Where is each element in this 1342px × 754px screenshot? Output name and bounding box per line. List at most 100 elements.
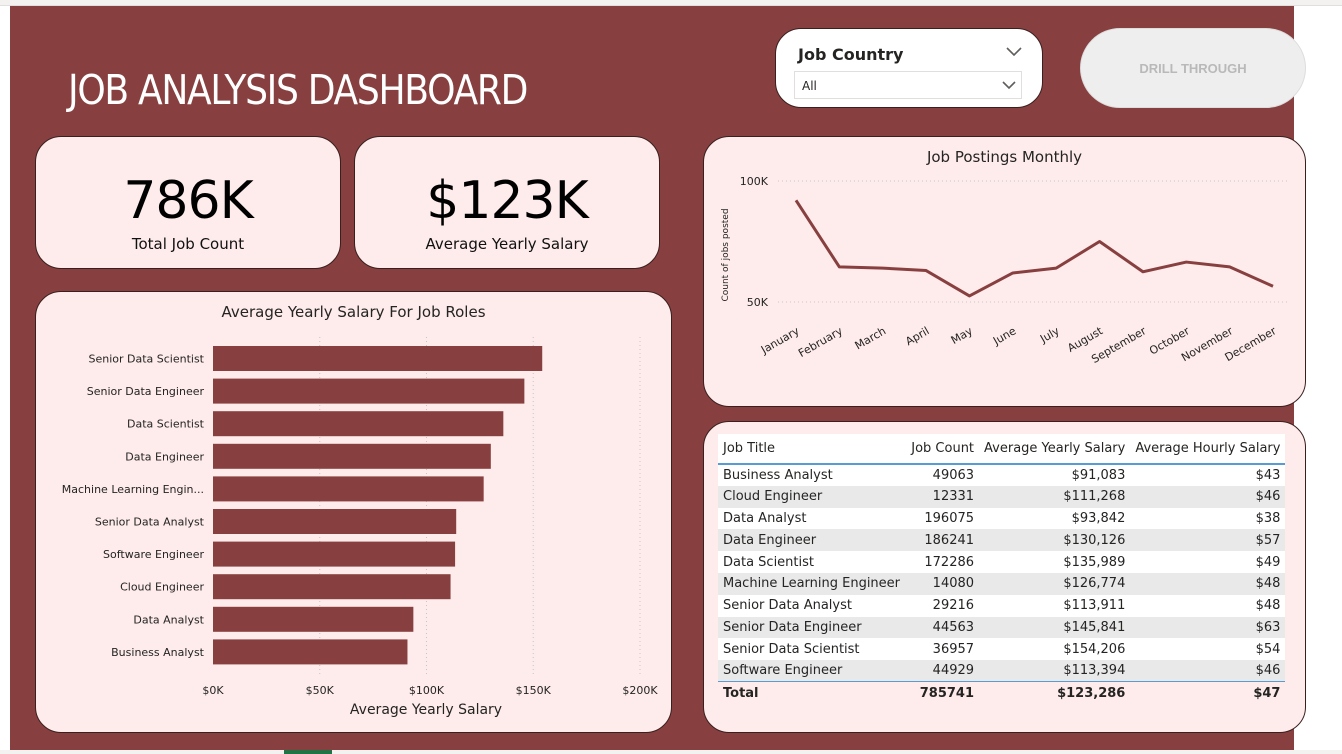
table-row[interactable]: Data Engineer 186241 $130,126 $57 (718, 529, 1286, 552)
salary-table-card[interactable]: Job Title Job Count Average Yearly Salar… (703, 421, 1306, 733)
kpi-card-avg-salary[interactable]: $123K Average Yearly Salary (354, 136, 660, 269)
x-tick-label: $0K (202, 684, 224, 697)
active-page-tab[interactable] (284, 750, 332, 754)
x-tick-label: February (796, 324, 845, 360)
table-cell: Cloud Engineer (718, 485, 906, 508)
bar (213, 346, 543, 371)
monthly-line-chart-card[interactable]: Job Postings Monthly 50K 100K Count of job… (703, 136, 1306, 407)
table-cell: Software Engineer (718, 660, 906, 682)
table-cell: Total (718, 681, 906, 704)
bar (213, 476, 484, 502)
table-cell: 49063 (905, 464, 980, 486)
table-row[interactable]: Senior Data Analyst 29216 $113,911 $48 (718, 594, 1286, 617)
table-row[interactable]: Business Analyst 49063 $91,083 $43 (718, 464, 1286, 486)
job-country-slicer[interactable]: Job Country All (775, 28, 1043, 108)
column-header[interactable]: Average Hourly Salary (1130, 434, 1286, 465)
y-tick-label: Cloud Engineer (120, 581, 204, 594)
column-header[interactable]: Job Title (718, 434, 906, 465)
table-cell: $154,206 (979, 638, 1131, 661)
drill-through-button[interactable]: DRILL THROUGH (1080, 28, 1306, 108)
chevron-down-icon[interactable] (1001, 78, 1017, 92)
x-tick-label: January (758, 324, 802, 357)
table-cell: 785741 (905, 681, 980, 704)
table-cell: $46 (1130, 660, 1286, 682)
table-cell: Data Engineer (718, 529, 906, 552)
y-tick-label: 100K (740, 175, 769, 188)
table-cell: Data Analyst (718, 507, 906, 530)
table-row[interactable]: Cloud Engineer 12331 $111,268 $46 (718, 485, 1286, 508)
chevron-down-icon[interactable] (1004, 43, 1024, 59)
table-cell: $38 (1130, 507, 1286, 530)
table-row[interactable]: Data Analyst 196075 $93,842 $38 (718, 507, 1286, 530)
table-cell: $54 (1130, 638, 1286, 661)
series-line (794, 199, 1274, 298)
table-cell: 36957 (905, 638, 980, 661)
salary-bar-chart-card[interactable]: Average Yearly Salary For Job Roles $0K $… (35, 291, 672, 733)
kpi-card-job-count[interactable]: 786K Total Job Count (35, 136, 341, 269)
table-cell: $47 (1130, 681, 1286, 704)
x-tick-label: $200K (622, 684, 658, 697)
y-tick-label: Senior Data Analyst (95, 516, 205, 529)
table-cell: Business Analyst (718, 464, 906, 486)
table-row[interactable]: Senior Data Scientist 36957 $154,206 $54 (718, 638, 1286, 661)
table-cell: $135,989 (979, 551, 1131, 573)
y-tick-label: Data Analyst (133, 613, 204, 626)
table-cell: 44563 (905, 616, 980, 639)
table-cell: $48 (1130, 594, 1286, 617)
y-tick-label: Software Engineer (103, 548, 204, 561)
table-cell: Senior Data Scientist (718, 638, 906, 661)
bar (213, 606, 414, 632)
table-row[interactable]: Senior Data Engineer 44563 $145,841 $63 (718, 616, 1286, 639)
table-row[interactable]: Software Engineer 44929 $113,394 $46 (718, 660, 1286, 682)
table-cell: $113,394 (979, 660, 1131, 682)
x-axis-title: Average Yearly Salary (350, 702, 502, 718)
y-tick-label: Senior Data Scientist (88, 353, 204, 366)
y-tick-label: Data Engineer (125, 450, 204, 463)
y-tick-label: Senior Data Engineer (87, 385, 205, 398)
kpi-value: $123K (426, 171, 588, 231)
table-cell: $43 (1130, 464, 1286, 486)
table-cell: $49 (1130, 551, 1286, 573)
table-cell: Senior Data Analyst (718, 594, 906, 617)
dashboard-title: JOB ANALYSIS DASHBOARD (68, 66, 528, 114)
table-row[interactable]: Machine Learning Engineer 14080 $126,774 $4… (718, 572, 1286, 595)
column-header[interactable]: Job Count (905, 434, 980, 465)
table-cell: Data Scientist (718, 551, 906, 573)
table-cell: 186241 (905, 529, 980, 552)
table-cell: 44929 (905, 660, 980, 682)
salary-bar-chart: $0K $50K $100K $150K $200K Senior Data Scient… (62, 337, 658, 718)
x-tick-label: March (853, 324, 889, 352)
table-total-row[interactable]: Total 785741 $123,286 $47 (718, 681, 1286, 704)
x-tick-label: June (990, 324, 1018, 348)
kpi-value: 786K (123, 171, 253, 231)
country-dropdown-value: All (802, 79, 817, 93)
table-cell: $57 (1130, 529, 1286, 552)
bar (213, 541, 456, 567)
table-body: Business Analyst 49063 $91,083 $43 Cloud Eng… (718, 464, 1286, 704)
table-header-row: Job Title Job Count Average Yearly Salar… (718, 434, 1286, 465)
x-tick-label: May (949, 324, 976, 347)
bar (213, 443, 491, 469)
table-cell: $111,268 (979, 485, 1131, 508)
table-cell: $63 (1130, 616, 1286, 639)
bar (213, 411, 504, 437)
table-cell: 14080 (905, 572, 980, 595)
table-cell: $93,842 (979, 507, 1131, 530)
column-header[interactable]: Average Yearly Salary (979, 434, 1131, 465)
bar (213, 574, 451, 600)
table-cell: $48 (1130, 572, 1286, 595)
table-cell: $46 (1130, 485, 1286, 508)
table-cell: $145,841 (979, 616, 1131, 639)
x-tick-label: $150K (516, 684, 552, 697)
kpi-label: Average Yearly Salary (425, 235, 589, 253)
y-tick-label: 50K (747, 296, 769, 309)
table-cell: 12331 (905, 485, 980, 508)
table-cell: Senior Data Engineer (718, 616, 906, 639)
y-tick-label: Machine Learning Engin... (62, 483, 204, 496)
bar (213, 639, 408, 665)
y-axis-title: Count of jobs posted (721, 208, 731, 301)
table-row[interactable]: Data Scientist 172286 $135,989 $49 (718, 551, 1286, 573)
table-cell: 172286 (905, 551, 980, 573)
country-dropdown[interactable]: All (794, 71, 1022, 99)
y-tick-label: Business Analyst (111, 646, 205, 659)
